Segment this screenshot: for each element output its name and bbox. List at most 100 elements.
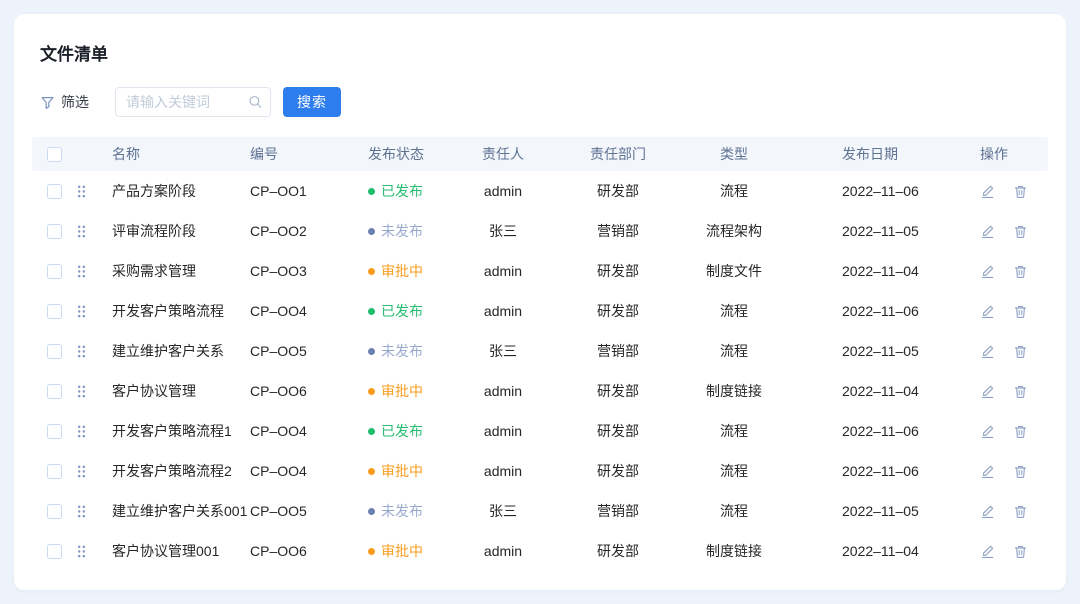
row-checkbox[interactable]: [47, 184, 62, 199]
publish-date: 2022–11–06: [770, 183, 946, 199]
page-title: 文件清单: [40, 40, 1066, 65]
table-row: 开发客户策略流程2 CP–OO4 审批中 admin 研发部 流程 2022–1…: [32, 451, 1048, 491]
drag-handle-icon[interactable]: [76, 304, 87, 319]
edit-icon[interactable]: [980, 504, 995, 519]
status-dot-icon: [368, 188, 375, 195]
status-badge: 已发布: [368, 421, 423, 441]
row-checkbox[interactable]: [47, 424, 62, 439]
delete-icon[interactable]: [1013, 384, 1028, 399]
table-row: 客户协议管理001 CP–OO6 审批中 admin 研发部 制度链接 2022…: [32, 531, 1048, 571]
status-label: 未发布: [381, 501, 423, 521]
publish-date: 2022–11–04: [770, 543, 946, 559]
owner-name: admin: [468, 383, 538, 399]
drag-handle-icon[interactable]: [76, 424, 87, 439]
edit-icon[interactable]: [980, 424, 995, 439]
column-header-name: 名称: [106, 144, 250, 164]
edit-icon[interactable]: [980, 464, 995, 479]
search-box: [115, 87, 271, 117]
delete-icon[interactable]: [1013, 264, 1028, 279]
table-row: 开发客户策略流程1 CP–OO4 已发布 admin 研发部 流程 2022–1…: [32, 411, 1048, 451]
drag-handle-icon[interactable]: [76, 464, 87, 479]
edit-icon[interactable]: [980, 344, 995, 359]
file-type: 流程: [698, 341, 770, 361]
row-checkbox[interactable]: [47, 464, 62, 479]
status-label: 已发布: [381, 181, 423, 201]
delete-icon[interactable]: [1013, 304, 1028, 319]
publish-date: 2022–11–04: [770, 383, 946, 399]
file-type: 流程: [698, 181, 770, 201]
delete-icon[interactable]: [1013, 424, 1028, 439]
status-label: 审批中: [381, 541, 423, 561]
table-row: 建立维护客户关系 CP–OO5 未发布 张三 营销部 流程 2022–11–05: [32, 331, 1048, 371]
delete-icon[interactable]: [1013, 224, 1028, 239]
publish-date: 2022–11–06: [770, 423, 946, 439]
drag-handle-icon[interactable]: [76, 544, 87, 559]
row-checkbox[interactable]: [47, 264, 62, 279]
file-name: 产品方案阶段: [106, 181, 250, 201]
status-badge: 已发布: [368, 301, 423, 321]
file-type: 流程: [698, 461, 770, 481]
table-body: 产品方案阶段 CP–OO1 已发布 admin 研发部 流程 2022–11–0…: [32, 171, 1048, 571]
drag-handle-icon[interactable]: [76, 504, 87, 519]
column-header-department: 责任部门: [538, 144, 698, 164]
edit-icon[interactable]: [980, 384, 995, 399]
filter-label: 筛选: [61, 92, 89, 112]
delete-icon[interactable]: [1013, 464, 1028, 479]
edit-icon[interactable]: [980, 304, 995, 319]
row-checkbox[interactable]: [47, 504, 62, 519]
edit-icon[interactable]: [980, 264, 995, 279]
delete-icon[interactable]: [1013, 544, 1028, 559]
status-label: 未发布: [381, 221, 423, 241]
column-header-code: 编号: [250, 144, 362, 164]
status-label: 已发布: [381, 421, 423, 441]
owner-name: 张三: [468, 221, 538, 241]
row-checkbox[interactable]: [47, 224, 62, 239]
search-button[interactable]: 搜索: [283, 87, 341, 117]
status-badge: 未发布: [368, 221, 423, 241]
delete-icon[interactable]: [1013, 344, 1028, 359]
department: 营销部: [538, 501, 698, 521]
edit-icon[interactable]: [980, 184, 995, 199]
drag-handle-icon[interactable]: [76, 384, 87, 399]
status-badge: 未发布: [368, 501, 423, 521]
status-dot-icon: [368, 388, 375, 395]
owner-name: admin: [468, 183, 538, 199]
department: 营销部: [538, 221, 698, 241]
owner-name: admin: [468, 543, 538, 559]
delete-icon[interactable]: [1013, 184, 1028, 199]
toolbar: 筛选 搜索: [40, 87, 1066, 117]
filter-button[interactable]: 筛选: [40, 92, 89, 112]
publish-date: 2022–11–05: [770, 343, 946, 359]
department: 研发部: [538, 381, 698, 401]
file-name: 客户协议管理: [106, 381, 250, 401]
edit-icon[interactable]: [980, 544, 995, 559]
file-name: 评审流程阶段: [106, 221, 250, 241]
status-dot-icon: [368, 508, 375, 515]
row-checkbox[interactable]: [47, 544, 62, 559]
owner-name: admin: [468, 303, 538, 319]
status-dot-icon: [368, 548, 375, 555]
owner-name: 张三: [468, 341, 538, 361]
publish-date: 2022–11–05: [770, 503, 946, 519]
drag-handle-icon[interactable]: [76, 264, 87, 279]
column-header-actions: 操作: [946, 144, 1048, 164]
drag-handle-icon[interactable]: [76, 344, 87, 359]
drag-handle-icon[interactable]: [76, 184, 87, 199]
department: 研发部: [538, 261, 698, 281]
status-badge: 审批中: [368, 261, 423, 281]
column-header-date: 发布日期: [770, 144, 946, 164]
file-type: 制度文件: [698, 261, 770, 281]
row-checkbox[interactable]: [47, 304, 62, 319]
status-label: 审批中: [381, 461, 423, 481]
funnel-icon: [40, 95, 55, 110]
edit-icon[interactable]: [980, 224, 995, 239]
file-type: 流程: [698, 301, 770, 321]
select-all-checkbox[interactable]: [47, 147, 62, 162]
row-checkbox[interactable]: [47, 384, 62, 399]
drag-handle-icon[interactable]: [76, 224, 87, 239]
row-checkbox[interactable]: [47, 344, 62, 359]
delete-icon[interactable]: [1013, 504, 1028, 519]
owner-name: admin: [468, 463, 538, 479]
publish-date: 2022–11–04: [770, 263, 946, 279]
status-badge: 审批中: [368, 461, 423, 481]
